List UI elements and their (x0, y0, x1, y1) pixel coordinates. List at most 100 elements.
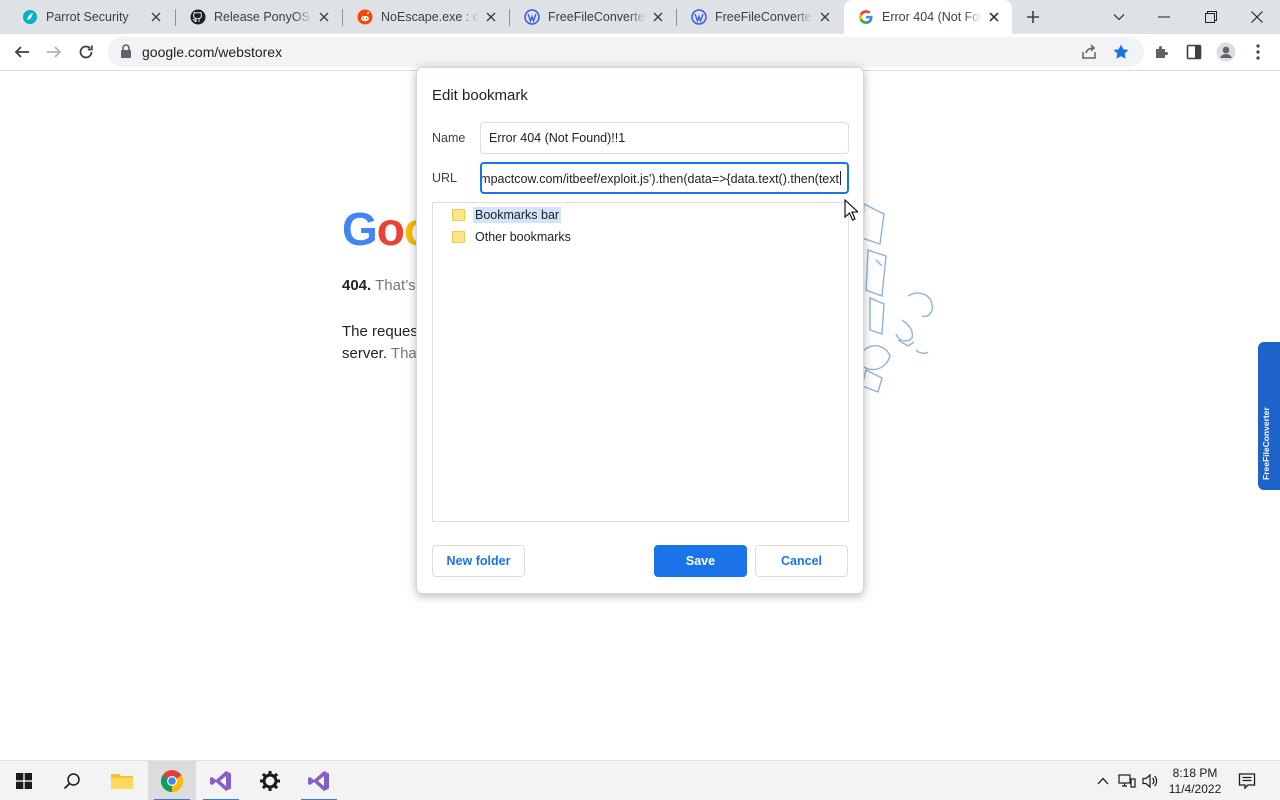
search-icon (63, 773, 80, 790)
restore-icon (1205, 11, 1217, 23)
side-panel-icon (1186, 44, 1202, 60)
close-icon[interactable] (483, 9, 499, 25)
profile-button[interactable] (1212, 38, 1240, 66)
forward-button[interactable] (40, 38, 68, 66)
restore-button[interactable] (1188, 0, 1234, 34)
tab-strip: Parrot Security Release PonyOS 8 NoEscap… (0, 0, 1280, 34)
show-hidden-icons-button[interactable] (1094, 761, 1112, 800)
clock-time: 8:18 PM (1172, 766, 1218, 780)
url-input-value: ımpactcow.com/itbeef/exploit.js').then(d… (480, 171, 841, 186)
dialog-title: Edit bookmark (432, 87, 528, 104)
name-label: Name (432, 131, 466, 145)
folder-icon (452, 231, 465, 243)
url-text: ımpactcow.com/itbeef/exploit.js').then(d… (480, 172, 839, 186)
folder-label: Bookmarks bar (473, 207, 562, 223)
plus-icon (1027, 11, 1039, 23)
folder-other-bookmarks[interactable]: Other bookmarks (452, 228, 573, 246)
google-logo-letter: o (376, 203, 405, 255)
side-widget-label: FreeFileConverter (1261, 407, 1271, 480)
reload-icon (79, 45, 93, 59)
freefileconverter-side-widget[interactable]: FreeFileConverter (1258, 342, 1280, 490)
back-arrow-icon (14, 46, 29, 58)
broken-robot-illustration (859, 202, 934, 393)
network-button[interactable] (1116, 761, 1138, 800)
start-button[interactable] (0, 761, 48, 800)
share-icon[interactable] (1080, 43, 1098, 66)
error-code: 404. (342, 277, 372, 294)
close-icon[interactable] (817, 9, 833, 25)
google-icon (858, 9, 874, 25)
folder-icon (111, 774, 133, 789)
reload-button[interactable] (72, 38, 100, 66)
address-text: google.com/webstorex (142, 44, 283, 60)
visual-studio-icon (308, 771, 329, 791)
cancel-button[interactable]: Cancel (755, 545, 848, 577)
minimize-icon (1158, 16, 1170, 18)
text-caret (840, 171, 841, 185)
close-icon[interactable] (316, 9, 332, 25)
system-clock[interactable]: 8:18 PM 11/4/2022 (1158, 765, 1232, 797)
kebab-menu-icon (1256, 44, 1260, 60)
extensions-button[interactable] (1148, 38, 1176, 66)
new-tab-button[interactable] (1021, 6, 1045, 28)
file-explorer-button[interactable] (98, 761, 146, 800)
edit-bookmark-dialog: Edit bookmark Name Error 404 (Not Found)… (416, 67, 864, 594)
chevron-up-icon (1097, 777, 1109, 785)
new-folder-button[interactable]: New folder (432, 545, 525, 577)
save-button[interactable]: Save (654, 545, 747, 577)
parrot-icon (22, 9, 38, 25)
visual-studio-icon (210, 771, 231, 791)
network-icon (1118, 774, 1136, 788)
tab-ponyos-release[interactable]: Release PonyOS 8 (176, 0, 342, 34)
wordpress-icon (691, 9, 707, 25)
close-icon[interactable] (148, 9, 164, 25)
folder-icon (452, 209, 465, 221)
github-icon (190, 9, 206, 25)
address-bar[interactable]: google.com/webstorex (108, 37, 1144, 67)
url-label: URL (432, 171, 458, 185)
reddit-icon (357, 9, 373, 25)
folder-bookmarks-bar[interactable]: Bookmarks bar (452, 206, 562, 224)
search-button[interactable] (48, 761, 96, 800)
windows-logo-icon (16, 773, 32, 789)
tab-noescape-reddit[interactable]: NoEscape.exe : crea (343, 0, 509, 34)
windows-taskbar: 8:18 PM 11/4/2022 (0, 760, 1280, 800)
notification-icon (1238, 773, 1256, 790)
folder-label: Other bookmarks (475, 230, 571, 244)
url-input[interactable]: ımpactcow.com/itbeef/exploit.js').then(d… (480, 162, 849, 194)
tab-parrot-security[interactable]: Parrot Security (8, 0, 174, 34)
error-message-line2: server. (342, 345, 388, 362)
puzzle-icon (1156, 46, 1168, 58)
avatar-icon (1216, 42, 1236, 62)
side-panel-button[interactable] (1180, 38, 1208, 66)
folder-tree[interactable]: Bookmarks bar Other bookmarks (432, 202, 849, 522)
wordpress-icon (524, 9, 540, 25)
bookmark-star-icon[interactable] (1112, 43, 1130, 66)
minimize-button[interactable] (1141, 0, 1187, 34)
back-button[interactable] (8, 38, 36, 66)
name-input[interactable]: Error 404 (Not Found)!!1 (480, 122, 849, 154)
error-message-line2-grey: Tha (390, 345, 417, 362)
lock-icon[interactable] (120, 44, 134, 60)
name-input-value: Error 404 (Not Found)!!1 (489, 131, 626, 145)
screen: Parrot Security Release PonyOS 8 NoEscap… (0, 0, 1280, 800)
speaker-icon (1142, 773, 1158, 789)
browser-toolbar: google.com/webstorex (0, 34, 1280, 71)
error-heading: 404. That’s (342, 277, 416, 294)
close-icon[interactable] (986, 9, 1002, 25)
tab-freefileconverter-2[interactable]: FreeFileConverterO (677, 0, 843, 34)
tab-search-button[interactable] (1096, 0, 1142, 34)
mouse-cursor-icon (844, 199, 858, 221)
notifications-button[interactable] (1236, 761, 1258, 800)
chrome-taskbar-button[interactable] (148, 761, 196, 800)
tab-error-404[interactable]: Error 404 (Not Foun (844, 0, 1012, 34)
tab-freefileconverter-1[interactable]: FreeFileConverterO (510, 0, 676, 34)
close-icon[interactable] (650, 9, 666, 25)
settings-button[interactable] (246, 761, 294, 800)
visual-studio-button-2[interactable] (295, 761, 343, 800)
clock-date: 11/4/2022 (1168, 782, 1222, 796)
volume-button[interactable] (1140, 761, 1160, 800)
close-window-button[interactable] (1234, 0, 1280, 34)
menu-button[interactable] (1244, 38, 1272, 66)
visual-studio-button[interactable] (197, 761, 245, 800)
